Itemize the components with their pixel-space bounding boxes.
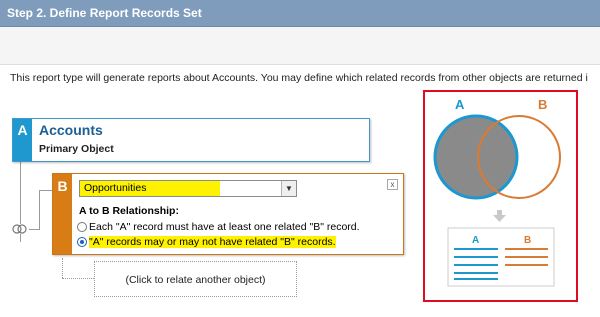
chevron-down-icon[interactable]: ▼ xyxy=(281,181,296,196)
primary-object-name: Accounts xyxy=(39,122,103,138)
link-chain-icon xyxy=(12,224,27,234)
step-header: Step 2. Define Report Records Set xyxy=(0,0,600,27)
primary-object-box: A Accounts Primary Object xyxy=(12,118,370,162)
object-a-letter: A xyxy=(13,119,32,161)
connector-line xyxy=(29,229,39,230)
step-title: Step 2. Define Report Records Set xyxy=(7,6,202,20)
venn-circle-a xyxy=(433,114,519,200)
add-related-object-button[interactable]: (Click to relate another object) xyxy=(94,261,297,297)
venn-diagram: A B A B xyxy=(433,97,561,287)
venn-label-b: B xyxy=(538,97,547,112)
venn-label-a: A xyxy=(455,97,465,112)
relationship-label: A to B Relationship: xyxy=(79,205,179,217)
option-label: "A" records may or may not have related … xyxy=(89,236,336,248)
radio-button[interactable] xyxy=(77,222,87,232)
related-object-select[interactable]: Opportunities ▼ xyxy=(79,180,297,197)
result-table-icon: A B xyxy=(447,227,555,287)
table-col-a: A xyxy=(472,235,479,246)
venn-diagram-panel: A B A B xyxy=(423,90,578,302)
connector-line xyxy=(20,234,21,242)
relationship-option-required[interactable]: Each "A" record must have at least one r… xyxy=(77,220,360,234)
option-label: Each "A" record must have at least one r… xyxy=(89,221,360,233)
related-object-box: B Opportunities ▼ x A to B Relationship:… xyxy=(52,173,404,255)
toolbar-area xyxy=(0,27,600,65)
connector-line xyxy=(39,190,52,191)
connector-line xyxy=(39,190,40,230)
arrow-down-icon xyxy=(493,210,506,222)
relationship-option-optional[interactable]: "A" records may or may not have related … xyxy=(77,235,336,249)
dotted-connector xyxy=(62,258,63,278)
primary-object-label: Primary Object xyxy=(39,143,114,155)
object-b-letter: B xyxy=(53,174,72,254)
related-object-value: Opportunities xyxy=(84,182,147,194)
connector-line xyxy=(20,162,21,224)
dotted-connector xyxy=(62,278,94,279)
intro-text: This report type will generate reports a… xyxy=(10,72,588,84)
table-col-b: B xyxy=(524,235,531,246)
remove-object-button[interactable]: x xyxy=(387,179,398,190)
radio-button-selected[interactable] xyxy=(77,237,87,247)
